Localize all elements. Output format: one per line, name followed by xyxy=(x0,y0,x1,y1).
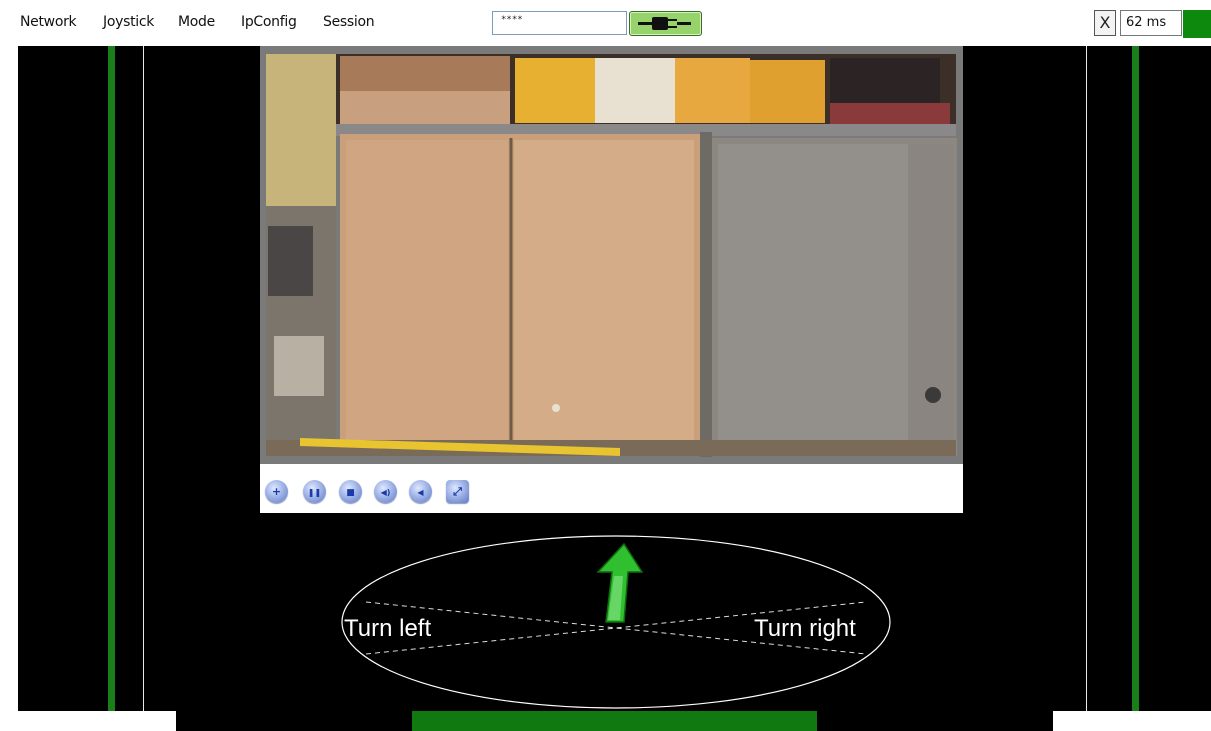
latency-readout: 62 ms xyxy=(1120,10,1182,36)
plug-icon xyxy=(638,17,691,30)
fullscreen-button[interactable]: ⤢ xyxy=(446,480,469,503)
connection-status-indicator xyxy=(1183,10,1211,38)
menu-session[interactable]: Session xyxy=(323,14,375,30)
video-controls: + ❚❚ ■ ◀) ◀ ⤢ xyxy=(260,464,963,513)
camera-feed[interactable] xyxy=(260,46,963,464)
connect-button[interactable] xyxy=(629,11,702,36)
left-speed-gauge xyxy=(108,46,115,711)
left-gauge-divider xyxy=(143,46,144,711)
fullscreen-icon: ⤢ xyxy=(453,485,462,498)
throttle-bar[interactable] xyxy=(412,711,817,731)
speaker-icon: ◀) xyxy=(380,488,391,497)
close-button[interactable]: X xyxy=(1094,10,1116,36)
menu-joystick[interactable]: Joystick xyxy=(103,14,154,30)
pause-button[interactable]: ❚❚ xyxy=(303,480,326,503)
turn-left-label: Turn left xyxy=(344,615,431,642)
zoom-button[interactable]: + xyxy=(265,480,288,503)
zoom-in-icon: + xyxy=(271,485,282,498)
camera-image xyxy=(260,46,963,464)
menu-ipconfig[interactable]: IpConfig xyxy=(241,14,297,30)
forward-arrow-icon xyxy=(596,542,644,623)
volume-button[interactable]: ◀) xyxy=(374,480,397,503)
password-field[interactable]: **** xyxy=(492,11,627,35)
right-gauge-divider xyxy=(1086,46,1087,711)
stop-button[interactable]: ■ xyxy=(339,480,362,503)
video-panel: + ❚❚ ■ ◀) ◀ ⤢ xyxy=(260,46,963,513)
mute-button[interactable]: ◀ xyxy=(409,480,432,503)
right-speed-gauge xyxy=(1132,46,1139,711)
robot-control-window: Network Joystick Mode IpConfig Session *… xyxy=(0,0,1211,731)
mute-icon: ◀ xyxy=(417,488,424,497)
steering-indicator[interactable]: Turn left Turn right xyxy=(336,532,896,712)
menu-network[interactable]: Network xyxy=(20,14,77,30)
menu-mode[interactable]: Mode xyxy=(178,14,215,30)
stop-icon: ■ xyxy=(346,488,355,498)
turn-right-label: Turn right xyxy=(754,615,856,642)
menubar: Network Joystick Mode IpConfig Session *… xyxy=(0,0,1211,46)
pause-icon: ❚❚ xyxy=(307,488,322,497)
